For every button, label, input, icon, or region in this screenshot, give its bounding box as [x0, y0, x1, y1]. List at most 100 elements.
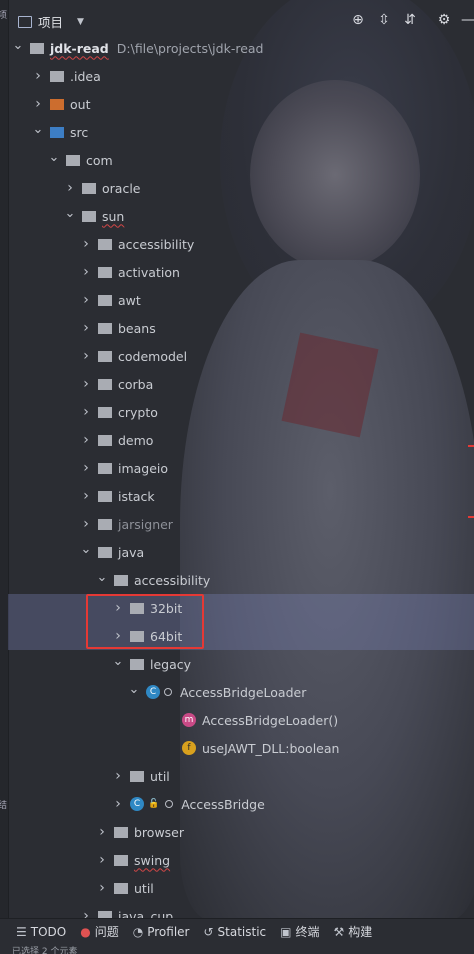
tree-row[interactable]: › codemodel — [8, 342, 474, 370]
chevron-right-icon[interactable]: › — [80, 460, 92, 476]
package-icon — [82, 182, 96, 194]
bottom-tool-bar: ☰ TODO ● 问题 ◔ Profiler ↺ Statistic ▣ 终端 ⚒ 构建 — [0, 918, 474, 944]
chevron-down-icon[interactable]: ⌄ — [48, 150, 60, 165]
panel-title-dropdown[interactable]: 项目 ▼ — [18, 12, 84, 31]
tree-row[interactable]: m AccessBridgeLoader() — [8, 706, 474, 734]
tree-row[interactable]: › C 🔓 AccessBridge — [8, 790, 474, 818]
build-tab[interactable]: ⚒ 构建 — [334, 923, 373, 940]
chevron-right-icon[interactable]: › — [112, 628, 124, 644]
chevron-down-icon[interactable]: ⌄ — [128, 682, 140, 697]
tree-item-label: oracle — [102, 180, 141, 196]
tree-row[interactable]: › java_cup — [8, 902, 474, 918]
tree-item-label: corba — [118, 376, 154, 392]
tree-row[interactable]: › util — [8, 762, 474, 790]
chevron-right-icon[interactable]: › — [80, 516, 92, 532]
tree-row[interactable]: ⌄ sun — [8, 202, 474, 230]
chevron-right-icon[interactable]: › — [80, 488, 92, 504]
tree-row[interactable]: ⌄ C AccessBridgeLoader — [8, 678, 474, 706]
build-icon: ⚒ — [333, 924, 345, 939]
tree-row[interactable]: › accessibility — [8, 230, 474, 258]
statistic-icon: ↺ — [203, 924, 214, 939]
chevron-right-icon[interactable]: › — [112, 600, 124, 616]
error-stripe-mark — [468, 445, 474, 447]
tree-row[interactable]: › jarsigner — [8, 510, 474, 538]
chevron-down-icon[interactable]: ⌄ — [80, 542, 92, 557]
chevron-right-icon[interactable]: › — [80, 908, 92, 918]
todo-tab[interactable]: ☰ TODO — [16, 925, 66, 939]
tree-row[interactable]: ⌄ com — [8, 146, 474, 174]
chevron-right-icon[interactable]: › — [80, 320, 92, 336]
tree-item-label: AccessBridgeLoader() — [202, 712, 339, 728]
tree-row[interactable]: ⌄ legacy — [8, 650, 474, 678]
package-icon — [114, 574, 128, 586]
problems-tab[interactable]: ● 问题 — [80, 923, 119, 940]
package-icon — [98, 266, 112, 278]
folder-icon — [50, 126, 64, 138]
tree-row[interactable]: › crypto — [8, 398, 474, 426]
folder-icon — [50, 70, 64, 82]
structure-tab-label[interactable]: 结 — [0, 800, 8, 809]
tree-row[interactable]: › imageio — [8, 454, 474, 482]
chevron-right-icon[interactable]: › — [80, 236, 92, 252]
tree-item-label: browser — [134, 824, 185, 840]
gear-icon[interactable]: ⚙ — [434, 10, 454, 30]
chevron-down-icon[interactable]: ⌄ — [96, 570, 108, 585]
statistic-tab[interactable]: ↺ Statistic — [203, 925, 266, 939]
tree-row[interactable]: › demo — [8, 426, 474, 454]
tree-row[interactable]: › 32bit — [8, 594, 474, 622]
tree-item-label: beans — [118, 320, 156, 336]
chevron-right-icon[interactable]: › — [32, 96, 44, 112]
tree-row[interactable]: › util — [8, 874, 474, 902]
method-icon: m — [182, 713, 196, 727]
tree-row[interactable]: › activation — [8, 258, 474, 286]
tree-item-label: swing — [134, 852, 171, 868]
chevron-right-icon[interactable]: › — [112, 768, 124, 784]
chevron-down-icon[interactable]: ⌄ — [12, 38, 24, 53]
chevron-right-icon[interactable]: › — [80, 376, 92, 392]
tree-row[interactable]: › .idea — [8, 62, 474, 90]
collapse-all-icon[interactable]: ⇵ — [400, 10, 420, 30]
package-icon — [98, 322, 112, 334]
chevron-right-icon[interactable]: › — [96, 852, 108, 868]
tree-row[interactable]: ⌄ src — [8, 118, 474, 146]
chevron-right-icon[interactable]: › — [32, 68, 44, 84]
chevron-right-icon[interactable]: › — [80, 292, 92, 308]
project-tab-label[interactable]: 项 — [0, 10, 8, 19]
tree-row[interactable]: › awt — [8, 286, 474, 314]
tree-row[interactable]: › out — [8, 90, 474, 118]
tree-row[interactable]: › oracle — [8, 174, 474, 202]
chevron-down-icon[interactable]: ⌄ — [32, 122, 44, 137]
terminal-tab[interactable]: ▣ 终端 — [280, 923, 319, 940]
tree-row[interactable]: › 64bit — [8, 622, 474, 650]
chevron-down-icon[interactable]: ⌄ — [112, 654, 124, 669]
tree-row[interactable]: ⌄ accessibility — [8, 566, 474, 594]
tree-row[interactable]: ⌄ jdk-read D:\file\projects\jdk-read — [8, 34, 474, 62]
chevron-right-icon[interactable]: › — [112, 796, 124, 812]
chevron-right-icon[interactable]: › — [80, 348, 92, 364]
package-icon — [82, 210, 96, 222]
tree-row[interactable]: › corba — [8, 370, 474, 398]
tree-row[interactable]: › swing — [8, 846, 474, 874]
tree-row[interactable]: › browser — [8, 818, 474, 846]
package-icon — [98, 294, 112, 306]
tree-row[interactable]: › istack — [8, 482, 474, 510]
chevron-right-icon[interactable]: › — [80, 404, 92, 420]
tree-row[interactable]: ⌄ java — [8, 538, 474, 566]
chevron-right-icon[interactable]: › — [64, 180, 76, 196]
chevron-right-icon[interactable]: › — [96, 824, 108, 840]
minimize-icon[interactable]: — — [458, 10, 474, 30]
profiler-tab[interactable]: ◔ Profiler — [133, 925, 190, 939]
chevron-right-icon[interactable]: › — [80, 432, 92, 448]
tree-row[interactable]: › beans — [8, 314, 474, 342]
chevron-right-icon[interactable]: › — [96, 880, 108, 896]
chevron-right-icon[interactable]: › — [80, 264, 92, 280]
chevron-down-icon[interactable]: ⌄ — [64, 206, 76, 221]
locate-icon[interactable]: ⊕ — [348, 10, 368, 30]
tree-item-label: src — [70, 124, 89, 140]
expand-all-icon[interactable]: ⇳ — [374, 10, 394, 30]
tree-row[interactable]: f useJAWT_DLL:boolean — [8, 734, 474, 762]
tree-item-label: istack — [118, 488, 155, 504]
package-icon — [98, 546, 112, 558]
